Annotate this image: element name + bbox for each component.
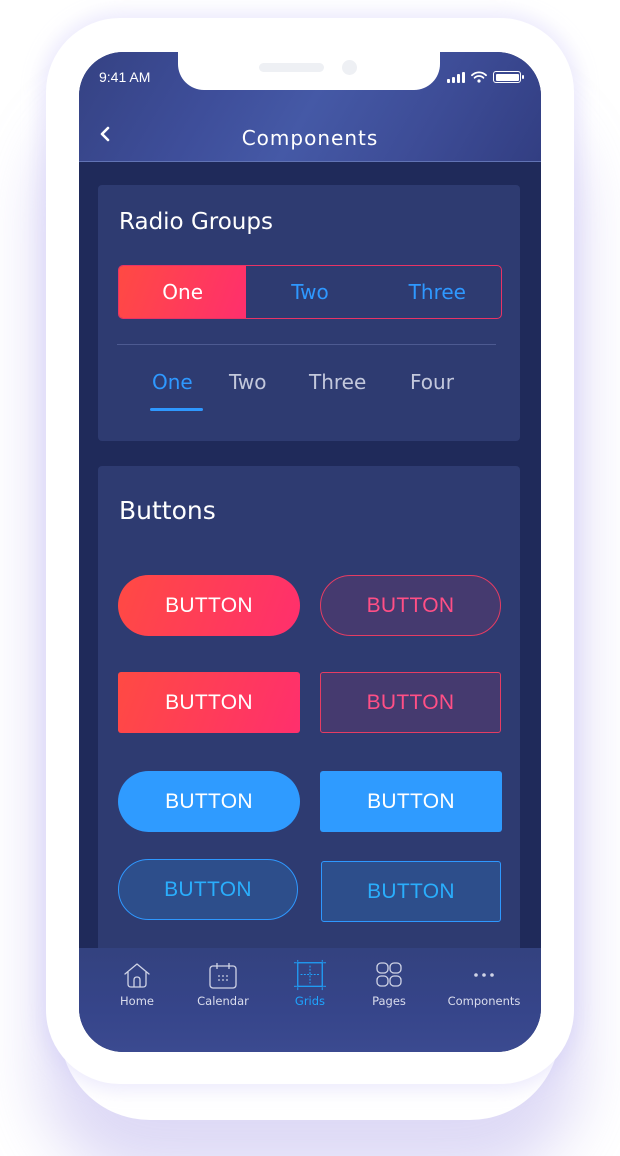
tab-three[interactable]: Three <box>309 370 366 394</box>
battery-level <box>495 73 519 81</box>
tab-two[interactable]: Two <box>229 370 267 394</box>
nav-header: 9:41 AM Components <box>79 52 541 162</box>
status-time: 9:41 AM <box>99 69 151 85</box>
signal-icon <box>447 71 465 83</box>
gradient-pill-button[interactable]: BUTTON <box>118 575 300 636</box>
tabbar-item-grids[interactable]: Grids <box>265 959 355 1008</box>
segment-one[interactable]: One <box>119 266 247 318</box>
grid-icon <box>294 959 326 991</box>
speaker <box>259 63 324 72</box>
active-tab-indicator <box>150 408 203 411</box>
blue-pill-button[interactable]: BUTTON <box>118 771 300 832</box>
tabbar-label: Pages <box>372 994 406 1008</box>
tab-one[interactable]: One <box>152 370 193 394</box>
blue-rect-button[interactable]: BUTTON <box>320 771 502 832</box>
status-icons <box>447 71 524 83</box>
phone-screen: 9:41 AM Components Radio Groups One Two … <box>79 52 541 1052</box>
home-icon <box>121 960 153 990</box>
divider <box>117 344 496 345</box>
tabbar-item-pages[interactable]: Pages <box>344 960 434 1008</box>
tabbar-label: Calendar <box>197 994 249 1008</box>
gradient-outline-pill-button[interactable]: BUTTON <box>320 575 501 636</box>
gradient-outline-rect-button[interactable]: BUTTON <box>320 672 501 733</box>
page-title: Components <box>241 126 379 150</box>
pages-icon <box>373 960 405 990</box>
tabbar-item-home[interactable]: Home <box>92 960 182 1008</box>
calendar-icon <box>207 960 239 990</box>
notch <box>178 52 440 90</box>
segmented-control: One Two Three <box>118 265 502 319</box>
more-icon <box>468 960 500 990</box>
buttons-card: Buttons BUTTON BUTTON BUTTON BUTTON BUTT… <box>98 466 520 966</box>
radio-groups-card: Radio Groups One Two Three One Two Three… <box>98 185 520 441</box>
tabbar-label: Components <box>447 994 521 1008</box>
section-title: Radio Groups <box>119 209 273 235</box>
bottom-tab-bar: Home Calendar Grids Pages Components <box>79 948 541 1052</box>
camera <box>342 60 357 75</box>
tab-four[interactable]: Four <box>410 370 454 394</box>
wifi-icon <box>471 71 487 83</box>
tabbar-item-calendar[interactable]: Calendar <box>178 960 268 1008</box>
content-area: Radio Groups One Two Three One Two Three… <box>79 162 541 966</box>
battery-icon <box>493 71 524 83</box>
tabbar-item-components[interactable]: Components <box>439 960 529 1008</box>
section-title: Buttons <box>119 496 216 525</box>
segment-two[interactable]: Two <box>246 266 373 318</box>
blue-outline-pill-button[interactable]: BUTTON <box>118 859 298 920</box>
segment-three[interactable]: Three <box>374 266 501 318</box>
blue-outline-rect-button[interactable]: BUTTON <box>321 861 501 922</box>
tabbar-label: Grids <box>294 994 326 1008</box>
gradient-rect-button[interactable]: BUTTON <box>118 672 300 733</box>
tabbar-label: Home <box>120 994 154 1008</box>
tab-group: One Two Three Four <box>98 370 520 420</box>
